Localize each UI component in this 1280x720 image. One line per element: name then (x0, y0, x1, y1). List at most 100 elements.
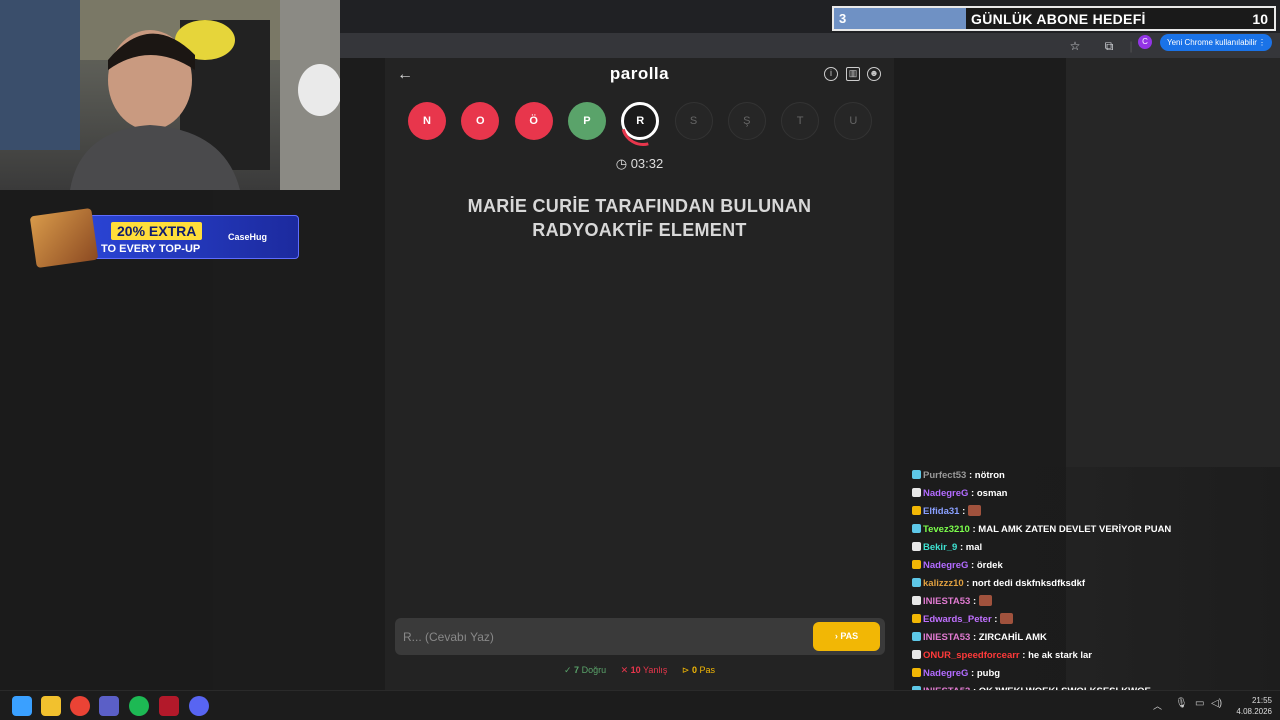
stream-chat: Purfect53 : nötron NadegreG : osman Elfida… (908, 467, 1280, 715)
chat-separator: : (968, 488, 977, 499)
chat-badge-icon (912, 488, 921, 497)
chat-separator: : (957, 542, 966, 553)
clock-date: 4.08.2026 (1236, 707, 1272, 716)
chat-separator: : (968, 668, 977, 679)
mic-icon[interactable]: 🎙 (1175, 698, 1188, 709)
chat-text: pubg (976, 668, 1001, 679)
chat-username[interactable]: kalizzz10 (923, 578, 964, 589)
casehug-ad-banner[interactable]: 20% EXTRA TO EVERY TOP-UP CaseHug (29, 207, 299, 269)
chat-separator: : (1019, 650, 1029, 661)
goal-current: 3 (839, 11, 847, 26)
chat-username[interactable]: Edwards_Peter (923, 614, 992, 625)
timer-value: 03:32 (630, 156, 664, 171)
wrong-label: Yanlış (643, 665, 668, 675)
chat-username[interactable]: INIESTA53 (923, 632, 970, 643)
correct-count: 7 (574, 665, 580, 675)
display-icon[interactable]: ▭ (1195, 698, 1204, 709)
clock-time: 21:55 (1251, 696, 1272, 705)
subscriber-goal-widget: 3 GÜNLÜK ABONE HEDEFİ 10 (832, 6, 1276, 31)
pass-label: PAS (840, 631, 859, 641)
chat-badge-icon (912, 506, 921, 515)
chat-message: INIESTA53 : (912, 593, 992, 611)
extensions-icon[interactable]: ⧉ (1100, 37, 1118, 55)
letter-current: R (621, 102, 660, 140)
chat-username[interactable]: NadegreG (923, 668, 968, 679)
app-logo: parolla (609, 64, 670, 83)
letter-green: P (567, 102, 606, 140)
chat-badge-icon (912, 578, 921, 587)
chrome-update-button[interactable]: Yeni Chrome kullanılabilir ⋮ (1160, 34, 1272, 51)
webcam-image (0, 0, 340, 190)
chat-message: NadegreG : ördek (912, 557, 1003, 575)
info-icon[interactable]: i (824, 67, 838, 81)
chat-message: Edwards_Peter : (912, 611, 1014, 629)
windows-taskbar: ︿ 🎙 ▭ ◁) 21:55 4.08.2026 (0, 690, 1280, 720)
chat-text: osman (976, 488, 1008, 499)
chrome-icon[interactable] (70, 696, 90, 716)
goal-title: GÜNLÜK ABONE HEDEFİ (971, 11, 1146, 27)
tray-chevron-icon[interactable]: ︿ (1153, 699, 1162, 712)
letter-pending: U (834, 102, 873, 140)
chat-username[interactable]: NadegreG (923, 560, 968, 571)
discord-icon[interactable] (189, 696, 209, 716)
volume-icon[interactable]: ◁) (1211, 698, 1222, 709)
bookmark-star-icon[interactable]: ☆ (1066, 37, 1084, 55)
goal-target: 10 (1252, 11, 1268, 27)
chrome-update-label: Yeni Chrome kullanılabilir (1167, 38, 1257, 47)
profile-avatar[interactable]: C (1138, 35, 1152, 49)
chat-message: Bekir_9 : mal (912, 539, 982, 557)
chat-badge-icon (912, 524, 921, 533)
chat-username[interactable]: Bekir_9 (923, 542, 957, 553)
pass-count: 0 (691, 665, 697, 675)
ad-brand: CaseHug (228, 232, 268, 242)
chest-image (29, 207, 99, 269)
left-panel (0, 190, 213, 690)
chat-username[interactable]: Elfida31 (923, 506, 959, 517)
chat-text: mal (965, 542, 983, 553)
timer: ◷ 03:32 (385, 156, 894, 172)
user-account-icon[interactable]: ☻ (867, 67, 881, 81)
taskbar-clock[interactable]: 21:55 4.08.2026 (1232, 695, 1272, 717)
chat-message: NadegreG : osman (912, 485, 1007, 503)
goal-progress-fill (834, 8, 966, 29)
chat-badge-icon (912, 632, 921, 641)
chat-emote-icon (967, 505, 981, 516)
chat-username[interactable]: Tevez3210 (923, 524, 970, 535)
chat-separator: : (963, 578, 973, 589)
clock-icon: ◷ (615, 156, 628, 171)
letter-pending: T (781, 102, 820, 140)
wrong-count: 10 (630, 665, 641, 675)
file-explorer-icon[interactable] (41, 696, 61, 716)
score-stats: ✓ 7 Doğru ✕ 10 Yanlış ⊳ 0 Pas (385, 665, 894, 676)
pass-stat-label: Pas (699, 665, 715, 675)
chat-badge-icon (912, 560, 921, 569)
chevron-right-icon: › (834, 631, 838, 641)
chat-username[interactable]: Purfect53 (923, 470, 966, 481)
correct-label: Doğru (581, 665, 607, 675)
chat-emote-icon (1000, 613, 1014, 624)
chat-message: Elfida31 : (912, 503, 981, 521)
more-menu-icon[interactable]: ⋮ (1258, 34, 1266, 51)
app-icon[interactable] (159, 696, 179, 716)
pass-stat: ⊳ 0 Pas (681, 665, 715, 675)
chat-username[interactable]: INIESTA53 (923, 596, 970, 607)
teams-icon[interactable] (99, 696, 119, 716)
chat-badge-icon (912, 614, 921, 623)
pass-button[interactable]: › PAS (813, 622, 880, 651)
stats-chart-icon[interactable]: ▥ (846, 67, 860, 81)
chat-separator: : (959, 506, 968, 517)
answer-input[interactable] (403, 627, 803, 647)
windows-start-icon[interactable] (12, 696, 32, 716)
chat-separator: : (966, 470, 975, 481)
spotify-icon[interactable] (129, 696, 149, 716)
parolla-game-panel: ← parolla i ▥ ☻ NOÖPRSŞTU ◷ 03:32 MARİE … (385, 58, 894, 690)
chat-emote-icon (978, 595, 992, 606)
chat-message: kalizzz10 : nort dedi dskfnksdfksdkf (912, 575, 1085, 593)
question-text: MARİE CURİE TARAFINDAN BULUNAN RADYOAKTİ… (467, 196, 812, 240)
letter-red: N (408, 102, 446, 140)
letter-pending: Ş (727, 102, 766, 140)
chat-username[interactable]: NadegreG (923, 488, 968, 499)
chat-text: nort dedi dskfnksdfksdkf (972, 578, 1086, 589)
webcam-feed (0, 0, 340, 190)
chat-username[interactable]: ONUR_speedforcearr (923, 650, 1020, 661)
